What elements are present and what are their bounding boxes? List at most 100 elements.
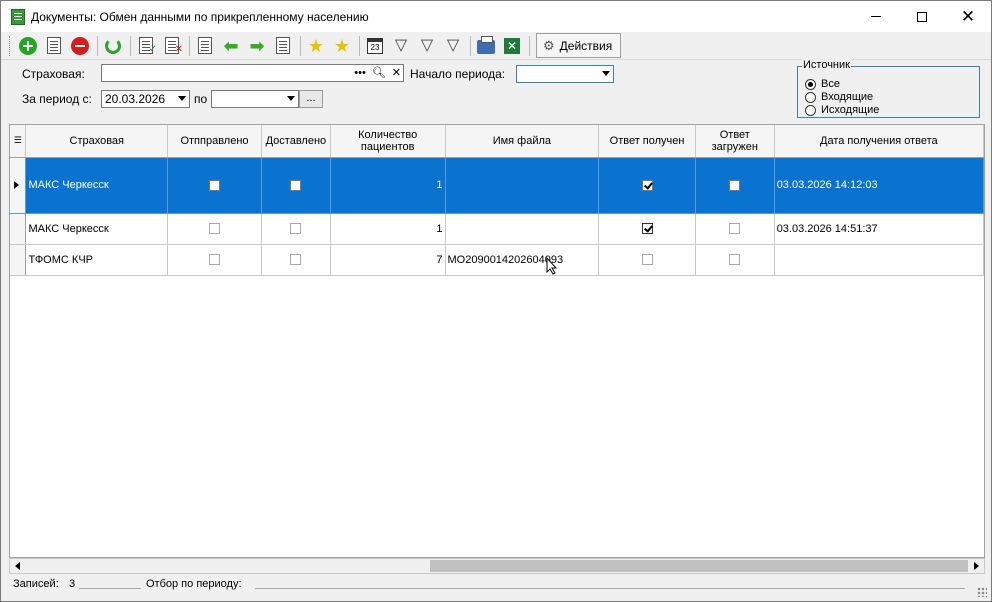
actions-button[interactable]: ⚙ Действия [536,33,622,58]
sent-cell[interactable] [167,244,262,276]
delete-button[interactable] [68,34,92,58]
checkbox[interactable] [208,254,220,266]
file-name-cell[interactable] [445,213,600,245]
checkbox[interactable] [729,179,741,191]
column-header[interactable]: Ответ получен [598,125,696,158]
period-start-select[interactable] [516,65,614,83]
period-from-field[interactable]: 20.03.2026 [101,90,190,108]
favorite-go-button[interactable]: ★ [330,34,354,58]
column-header[interactable]: Ответ загружен [695,125,775,158]
column-header[interactable]: Отпправлено [167,125,262,158]
file-name-cell[interactable]: MO2090014202604093 [445,244,600,276]
answer-loaded-cell[interactable] [695,213,775,245]
delivered-cell[interactable] [261,157,331,214]
scroll-left-icon[interactable] [10,559,26,573]
arrow-right-icon: ➡ [249,35,265,56]
row-indicator[interactable] [10,157,27,214]
column-header[interactable]: Количество пациентов [330,125,446,158]
print-button[interactable] [474,34,498,58]
close-icon: ✕ [960,7,976,26]
patient-count-cell[interactable]: 1 [330,157,446,214]
source-option-outgoing[interactable]: Исходящие [805,104,879,116]
checkbox[interactable] [729,254,741,266]
checkbox[interactable] [208,179,220,191]
answer-date-cell[interactable]: 03.03.2026 14:12:03 [774,157,984,214]
answer-date-cell[interactable] [774,244,984,276]
answer-received-cell[interactable] [598,157,696,214]
filter-clear-button[interactable]: ▽ [441,34,465,58]
period-picker-button[interactable]: ... [299,90,323,108]
search-icon[interactable]: 🔍︎ [372,65,386,81]
checkbox[interactable] [641,179,653,191]
records-label: Записей: [13,578,59,590]
source-option-label: Исходящие [821,104,880,116]
checkbox[interactable] [641,223,653,235]
delivered-cell[interactable] [261,213,331,245]
select-right-button[interactable] [271,34,295,58]
excel-export-button[interactable]: ✕ [500,34,524,58]
column-header[interactable]: Доставлено [261,125,331,158]
delivered-cell[interactable] [261,244,331,276]
column-chooser-icon[interactable]: ☰ [10,125,27,158]
radio-button[interactable] [805,78,816,90]
radio-button[interactable] [805,91,816,103]
sent-cell[interactable] [167,157,262,214]
column-header[interactable]: Страховая [25,125,169,158]
checkbox[interactable] [290,179,302,191]
column-header[interactable]: Имя файла [445,125,600,158]
move-right-button[interactable]: ➡ [245,34,269,58]
table-row[interactable]: МАКС Черкесск 1 03.03.2026 14:12:03 [10,157,984,214]
add-button[interactable] [16,34,40,58]
checkbox[interactable] [729,223,741,235]
scroll-right-icon[interactable] [968,559,984,573]
window-title: Документы: Обмен данными по прикрепленно… [31,9,369,24]
answer-loaded-cell[interactable] [695,244,775,276]
insurer-cell[interactable]: ТФОМС КЧР [25,244,169,276]
filter-button[interactable]: ▽ [389,34,413,58]
checkbox[interactable] [641,254,653,266]
column-header[interactable]: Дата получения ответа [774,125,984,158]
checkbox[interactable] [208,223,220,235]
favorite-add-button[interactable]: ★ [304,34,328,58]
patient-count-cell[interactable]: 7 [330,244,446,276]
cancel-document-button[interactable]: ✕ [160,34,184,58]
toolbar-grip[interactable] [9,35,12,56]
filter-edit-button[interactable]: ▽ [415,34,439,58]
toolbar-separator [470,35,471,56]
close-button[interactable]: ✕ [945,1,991,32]
table-row[interactable]: МАКС Черкесск 1 03.03.2026 14:51:37 [10,213,984,245]
row-indicator[interactable] [10,213,27,245]
radio-button[interactable] [805,104,816,116]
scrollbar-thumb[interactable] [430,560,968,572]
answer-date-cell[interactable]: 03.03.2026 14:51:37 [774,213,984,245]
refresh-button[interactable] [101,34,125,58]
toolbar: ✓ ✕ ⬅ ➡ ★ ★ 23 ▽ ▽ ▽ ✕ ⚙ Действия [1,32,991,60]
calendar-button[interactable]: 23 [363,34,387,58]
file-name-cell[interactable] [445,157,600,214]
move-left-button[interactable]: ⬅ [219,34,243,58]
table-row[interactable]: ТФОМС КЧР 7 MO2090014202604093 [10,244,984,276]
horizontal-scrollbar[interactable] [9,558,985,574]
insurer-cell[interactable]: МАКС Черкесск [25,213,169,245]
select-button[interactable] [193,34,217,58]
minimize-button[interactable] [853,1,899,32]
checkbox[interactable] [290,254,302,266]
insurer-cell[interactable]: МАКС Черкесск [25,157,169,214]
answer-received-cell[interactable] [598,244,696,276]
resize-grip-icon[interactable] [977,587,987,597]
sent-cell[interactable] [167,213,262,245]
period-to-field[interactable] [211,90,299,108]
edit-document-button[interactable] [42,34,66,58]
answer-loaded-cell[interactable] [695,157,775,214]
check-document-button[interactable]: ✓ [134,34,158,58]
clear-icon[interactable]: ✕ [392,65,401,81]
patient-count-cell[interactable]: 1 [330,213,446,245]
insurer-field[interactable]: ••• 🔍︎ ✕ [101,64,404,82]
row-indicator[interactable] [10,244,27,276]
checkbox[interactable] [290,223,302,235]
insurer-ellipsis-button[interactable]: ••• [354,65,366,81]
maximize-button[interactable] [899,1,945,32]
source-option-all[interactable]: Все [805,78,840,90]
source-option-incoming[interactable]: Входящие [805,91,873,103]
answer-received-cell[interactable] [598,213,696,245]
